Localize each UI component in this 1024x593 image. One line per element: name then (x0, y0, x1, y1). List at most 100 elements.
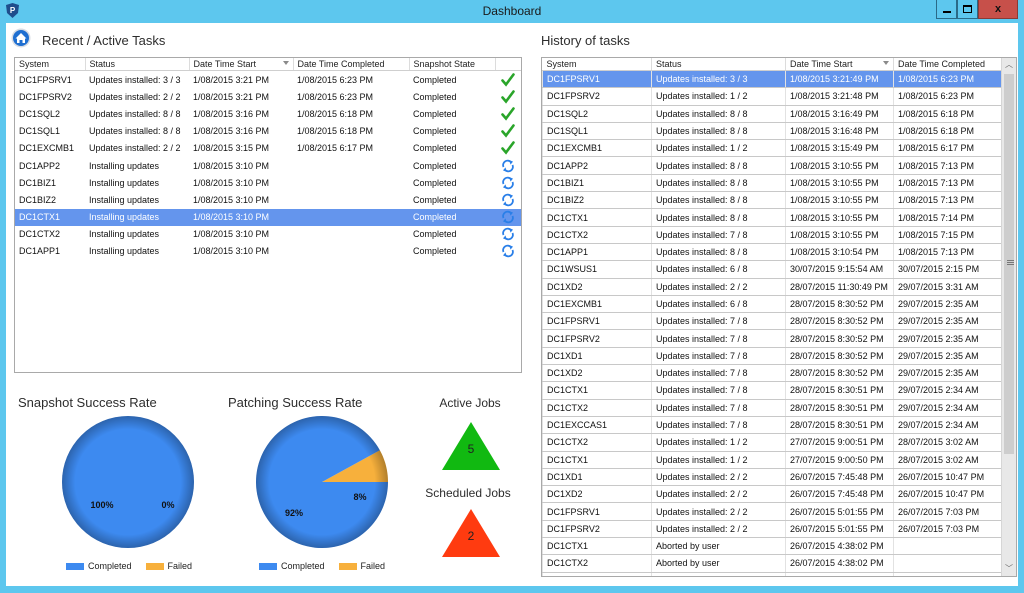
check-icon (501, 124, 515, 138)
table-row[interactable]: DC1SQL1 Updates installed: 8 / 8 1/08/2015… (542, 122, 1003, 141)
col-date-start-label: Date Time Start (790, 59, 853, 69)
table-row[interactable]: DC1SQL2 Updates installed: 8 / 8 1/08/2015… (542, 105, 1003, 123)
cell-date-start: 1/08/2015 3:10:54 PM (785, 243, 894, 262)
pie-shading (256, 416, 388, 548)
table-row[interactable]: DC1EXCMB1 Updates installed: 1 / 2 1/08/20… (542, 139, 1003, 158)
table-row[interactable]: DC1EXCMB1 Updates installed: 2 / 2 1/08/20… (15, 140, 521, 157)
table-row[interactable]: DC1CTX1 Installing updates 1/08/2015 3:10 … (15, 208, 521, 226)
cell-date-start: 26/07/2015 5:01:55 PM (785, 502, 894, 521)
refresh-icon (502, 176, 514, 189)
table-row[interactable]: DC1FPSRV1 Updates installed: 3 / 3 1/08/20… (542, 70, 1003, 89)
recent-header-row: System Status Date Time Start Date Time … (15, 58, 521, 71)
cell-system: DC1CTX1 (15, 208, 85, 226)
table-row[interactable]: DC1CTX1 Updates installed: 7 / 8 28/07/201… (542, 381, 1003, 400)
cell-system: DC1CTX2 (542, 226, 652, 244)
col-snapshot-state[interactable]: Snapshot State (409, 58, 496, 71)
table-row[interactable]: DC1CTX2 Updates installed: 1 / 2 27/07/201… (542, 433, 1003, 452)
table-row[interactable]: DC1FPSRV2 Updates installed: 1 / 2 1/08/20… (542, 87, 1003, 106)
table-row[interactable]: DC1FPSRV1 Updates installed: 2 / 2 26/07/2… (542, 502, 1003, 521)
scrollbar-thumb[interactable] (1004, 74, 1014, 454)
cell-date-completed: 1/08/2015 7:13 PM (893, 156, 1003, 175)
table-row[interactable]: DC1BIZ1 Installing updates 1/08/2015 3:10 … (15, 174, 521, 191)
cell-date-completed (293, 226, 409, 243)
table-row[interactable]: DC1CTX1 Updates installed: 1 / 2 27/07/201… (542, 451, 1003, 469)
table-row[interactable]: DC1XD1 Updates installed: 2 / 2 26/07/2015… (542, 468, 1003, 487)
cell-status: Updates installed: 2 / 2 (89, 91, 181, 102)
close-button[interactable]: x (978, 0, 1018, 19)
cell-system: DC1CTX1 (542, 537, 652, 556)
col-system[interactable]: System (542, 58, 652, 71)
table-row[interactable]: DC1APP2 Installing updates 1/08/2015 3:10 … (15, 157, 521, 174)
history-scrollbar[interactable]: ︿ ﹀ (1001, 58, 1016, 576)
window-title: Dashboard (482, 4, 542, 18)
col-state-icon[interactable] (495, 58, 521, 71)
cell-system: DC1CTX2 (19, 229, 61, 240)
cell-snapshot-state: Completed (413, 246, 457, 257)
table-row[interactable]: DC1BIZ2 Updates installed: 8 / 8 1/08/2015… (542, 191, 1003, 210)
table-row[interactable]: DC1SQL2 Updates installed: 8 / 8 1/08/2015… (15, 105, 521, 122)
refresh-icon (502, 210, 514, 224)
grip-icon (1007, 260, 1014, 261)
cell-status: Updates installed: 1 / 2 (651, 139, 786, 158)
legend-swatch-failed (338, 562, 357, 570)
table-row[interactable]: DC1CTX2 Updates installed: 7 / 8 1/08/2015… (542, 226, 1003, 244)
table-row[interactable]: DC1APP1 Updates installed: 8 / 8 1/08/2015… (542, 243, 1003, 262)
table-row[interactable]: DC1XD1 Updates installed: 7 / 8 28/07/2015… (542, 347, 1003, 366)
table-row[interactable]: DC1CTX2 Installing updates 1/08/2015 3:10 … (15, 226, 521, 243)
minimize-button[interactable] (936, 0, 957, 19)
cell-date-completed: 26/07/2015 7:03 PM (893, 502, 1003, 521)
col-date-start[interactable]: Date Time Start (785, 58, 894, 71)
table-row[interactable]: DC1APP1 Installing updates 1/08/2015 3:10 … (15, 243, 521, 260)
table-row[interactable]: DC1BIZ1 Updates installed: 8 / 8 1/08/2015… (542, 174, 1003, 193)
cell-system: DC1BIZ1 (542, 174, 652, 193)
table-row[interactable]: DC1FPSRV2 Updates installed: 2 / 2 26/07/2… (542, 520, 1003, 539)
col-status[interactable]: Status (651, 58, 786, 71)
home-icon[interactable] (11, 28, 31, 48)
table-row[interactable]: DC1XD2 Updates installed: 2 / 2 26/07/2015… (542, 485, 1003, 504)
cell-date-start: 1/08/2015 3:21 PM (193, 74, 270, 85)
cell-state-icon (495, 140, 521, 157)
table-row[interactable]: DC1BIZ2 Installing updates 1/08/2015 3:10 … (15, 191, 521, 208)
table-row[interactable]: DC1WSUS1 Updates installed: 6 / 8 30/07/20… (542, 260, 1003, 279)
table-row[interactable]: DC1CTX1 Aborted by user 26/07/2015 4:38:02… (542, 537, 1003, 556)
cell-date-start: 28/07/2015 8:30:51 PM (785, 416, 894, 435)
check-icon (501, 141, 515, 155)
pie-label-completed: 92% (285, 508, 303, 518)
table-row[interactable]: DC1FPSRV2 Updates installed: 7 / 8 28/07/2… (542, 329, 1003, 348)
cell-status: Updates installed: 7 / 8 (651, 312, 786, 331)
col-date-start[interactable]: Date Time Start (189, 58, 294, 71)
cell-date-start: 27/07/2015 9:00:50 PM (785, 451, 894, 469)
table-row[interactable]: DC1CTX2 Updates installed: 7 / 8 28/07/201… (542, 399, 1003, 417)
table-row[interactable]: DC1CTX1 Updates installed: 8 / 8 1/08/2015… (542, 208, 1003, 227)
cell-system: DC1XD2 (542, 364, 652, 383)
cell-status: Aborted by user (651, 537, 786, 556)
table-row[interactable]: DC1SQL1 Updates installed: 8 / 8 1/08/2015… (15, 123, 521, 140)
cell-status: Updates installed: 2 / 2 (89, 143, 181, 154)
cell-system: DC1EXCMB1 (542, 295, 652, 314)
cell-date-completed (293, 157, 409, 174)
cell-system: DC1FPSRV1 (19, 74, 72, 85)
table-row[interactable]: DC1EXCCAS1 Updates installed: 7 / 8 28/07/… (542, 416, 1003, 435)
table-row[interactable]: DC1EXCCAS1Updates installed: 2 / 226/07/… (542, 572, 1003, 576)
cell-date-completed: 29/07/2015 2:34 AM (893, 416, 1003, 435)
table-row[interactable]: DC1FPSRV1 Updates installed: 3 / 3 1/08/20… (15, 71, 521, 89)
scroll-down-arrow-icon[interactable]: ﹀ (1002, 562, 1016, 576)
col-date-completed[interactable]: Date Time Completed (293, 58, 410, 71)
table-row[interactable]: DC1APP2 Updates installed: 8 / 8 1/08/2015… (542, 156, 1003, 175)
col-system[interactable]: System (15, 58, 86, 71)
table-row[interactable]: DC1EXCMB1 Updates installed: 6 / 8 28/07/2… (542, 295, 1003, 314)
table-row[interactable]: DC1CTX2 Aborted by user 26/07/2015 4:38:02… (542, 554, 1003, 573)
table-row[interactable]: DC1FPSRV2 Updates installed: 2 / 2 1/08/20… (15, 88, 521, 105)
col-status[interactable]: Status (85, 58, 190, 71)
cell-status: Updates installed: 1 / 2 (651, 451, 786, 469)
col-date-completed[interactable]: Date Time Completed (893, 58, 1003, 71)
table-row[interactable]: DC1XD2 Updates installed: 2 / 2 28/07/2015… (542, 278, 1003, 296)
sort-arrow-icon (282, 61, 289, 65)
scroll-up-arrow-icon[interactable]: ︿ (1002, 58, 1016, 72)
table-row[interactable]: DC1FPSRV1 Updates installed: 7 / 8 28/07/2… (542, 312, 1003, 331)
cell-status: Updates installed: 8 / 8 (651, 156, 786, 175)
cell-date-start: 1/08/2015 3:16 PM (193, 126, 270, 137)
cell-date-start: 1/08/2015 3:16:48 PM (785, 122, 894, 141)
table-row[interactable]: DC1XD2 Updates installed: 7 / 8 28/07/2015… (542, 364, 1003, 383)
maximize-button[interactable] (957, 0, 978, 19)
